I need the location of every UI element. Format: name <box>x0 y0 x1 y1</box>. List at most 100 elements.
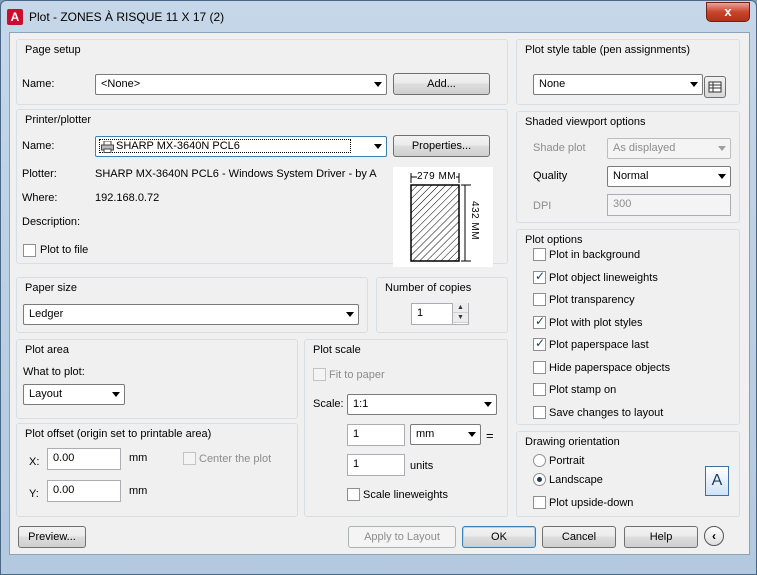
copies-input[interactable]: 1 ▲ ▼ <box>411 303 469 325</box>
plot-area-title: Plot area <box>23 344 72 356</box>
offset-y-value: 0.00 <box>53 484 75 496</box>
center-plot-label: Center the plot <box>199 453 272 465</box>
plot-style-title: Plot style table (pen assignments) <box>523 44 693 56</box>
chevron-down-icon <box>468 432 476 437</box>
collapse-options-icon[interactable]: ‹ <box>704 526 724 546</box>
page-setup-name-dropdown[interactable]: <None> <box>95 74 387 95</box>
dpi-input[interactable]: 300 <box>607 194 731 216</box>
what-to-plot-label: What to plot: <box>23 366 85 378</box>
copies-spinner[interactable]: ▲ ▼ <box>452 303 468 325</box>
offset-x-input[interactable]: 0.00 <box>47 448 121 470</box>
plot-options-group: Plot options Plot in background Plot obje… <box>516 229 740 425</box>
landscape-label: Landscape <box>549 474 603 486</box>
preview-button[interactable]: Preview... <box>18 526 86 548</box>
scale-unit-value: mm <box>416 428 435 440</box>
plot-option-label: Plot in background <box>549 249 641 261</box>
plot-to-file-checkbox[interactable] <box>23 244 36 257</box>
fit-to-paper-checkbox[interactable] <box>313 368 326 381</box>
plot-dialog: A Plot - ZONES À RISQUE 11 X 17 (2) x Pa… <box>0 0 757 575</box>
page-setup-title: Page setup <box>23 44 83 56</box>
plot-option-checkbox[interactable] <box>533 360 546 374</box>
plot-option-label: Plot paperspace last <box>549 339 649 351</box>
printer-name-dropdown[interactable]: SHARP MX-3640N PCL6 <box>95 136 387 157</box>
ok-button[interactable]: OK <box>462 526 536 548</box>
shaded-viewport-group: Shaded viewport options Shade plot As di… <box>516 111 740 223</box>
plot-upside-down-checkbox[interactable] <box>533 496 546 509</box>
close-button[interactable]: x <box>706 2 750 22</box>
paper-size-dropdown[interactable]: Ledger <box>23 304 359 325</box>
plot-scale-group: Plot scale Fit to paper Scale: 1:1 1 mm … <box>304 339 508 517</box>
paper-width-label: 279 MM <box>417 171 457 182</box>
what-to-plot-dropdown[interactable]: Layout <box>23 384 125 405</box>
chevron-down-icon <box>112 392 120 397</box>
scale-lineweights-checkbox[interactable] <box>347 488 360 501</box>
printer-properties-button[interactable]: Properties... <box>393 135 490 157</box>
copies-value: 1 <box>417 307 424 319</box>
what-to-plot-value: Layout <box>29 388 63 400</box>
plot-option-label: Plot with plot styles <box>549 316 643 329</box>
plotter-label: Plotter: <box>22 168 57 180</box>
shaded-viewport-title: Shaded viewport options <box>523 116 648 128</box>
quality-value: Normal <box>613 170 649 182</box>
printer-name-label: Name: <box>22 140 55 152</box>
plot-offset-title: Plot offset (origin set to printable are… <box>23 428 214 440</box>
plot-option-checkbox[interactable] <box>533 248 546 261</box>
chevron-down-icon <box>690 82 698 87</box>
apply-to-layout-button[interactable]: Apply to Layout <box>348 526 456 548</box>
offset-x-value: 0.00 <box>53 452 75 464</box>
add-page-setup-button[interactable]: Add... <box>393 73 490 95</box>
plot-option-label: Hide paperspace objects <box>549 361 671 374</box>
title-bar[interactable]: A Plot - ZONES À RISQUE 11 X 17 (2) x <box>1 1 756 33</box>
plot-to-file-label: Plot to file <box>40 244 89 256</box>
drawing-orientation-title: Drawing orientation <box>523 436 622 448</box>
plot-option-checkbox[interactable] <box>533 293 546 306</box>
printer-plotter-title: Printer/plotter <box>23 114 94 126</box>
landscape-radio[interactable] <box>533 473 546 486</box>
scale-unit-dropdown[interactable]: mm <box>410 424 481 445</box>
offset-y-unit: mm <box>129 485 148 497</box>
center-plot-checkbox[interactable] <box>183 452 196 465</box>
scale-value2-input[interactable]: 1 <box>347 454 405 476</box>
plot-style-value: None <box>539 78 566 90</box>
chevron-down-icon <box>374 82 382 87</box>
scale-value1-input[interactable]: 1 <box>347 424 405 446</box>
chevron-down-icon <box>718 174 726 179</box>
scale-label: Scale: <box>313 398 344 410</box>
paper-size-group: Paper size Ledger <box>16 277 368 333</box>
scale-dropdown[interactable]: 1:1 <box>347 394 497 415</box>
copies-title: Number of copies <box>383 282 474 294</box>
plot-option-checkbox[interactable] <box>533 405 546 419</box>
quality-dropdown[interactable]: Normal <box>607 166 731 187</box>
plot-style-dropdown[interactable]: None <box>533 74 703 95</box>
cancel-button[interactable]: Cancel <box>542 526 616 548</box>
plot-option-label: Plot object lineweights <box>549 271 658 284</box>
paper-height-label: 432 MM <box>469 200 481 241</box>
plot-option-checkbox[interactable] <box>533 336 546 351</box>
plot-option-label: Plot stamp on <box>549 384 617 396</box>
offset-x-unit: mm <box>129 452 148 464</box>
portrait-radio[interactable] <box>533 454 546 467</box>
shade-plot-value: As displayed <box>613 142 676 154</box>
plot-option-checkbox[interactable] <box>533 314 546 329</box>
plot-option-checkbox[interactable] <box>533 383 546 396</box>
paper-preview: 279 MM 432 MM <box>393 167 493 267</box>
spin-up-icon[interactable]: ▲ <box>453 303 468 313</box>
spin-down-icon[interactable]: ▼ <box>453 313 468 323</box>
paper-size-title: Paper size <box>23 282 79 294</box>
plot-options-title: Plot options <box>523 234 585 246</box>
help-button[interactable]: Help <box>624 526 698 548</box>
edit-plot-style-button[interactable] <box>704 76 726 98</box>
scale-equals: = <box>486 428 494 443</box>
page-setup-name-label: Name: <box>22 78 55 90</box>
description-label: Description: <box>22 216 81 228</box>
shade-plot-label: Shade plot <box>533 142 586 154</box>
autocad-app-icon: A <box>7 9 23 25</box>
plot-option-checkbox[interactable] <box>533 269 546 284</box>
scale-value2: 1 <box>353 458 360 470</box>
printer-icon <box>101 141 114 153</box>
copies-group: Number of copies 1 ▲ ▼ <box>376 277 508 333</box>
shade-plot-dropdown[interactable]: As displayed <box>607 138 731 159</box>
portrait-label: Portrait <box>549 455 585 467</box>
offset-y-input[interactable]: 0.00 <box>47 480 121 502</box>
scale-unit2-label: units <box>410 460 434 472</box>
